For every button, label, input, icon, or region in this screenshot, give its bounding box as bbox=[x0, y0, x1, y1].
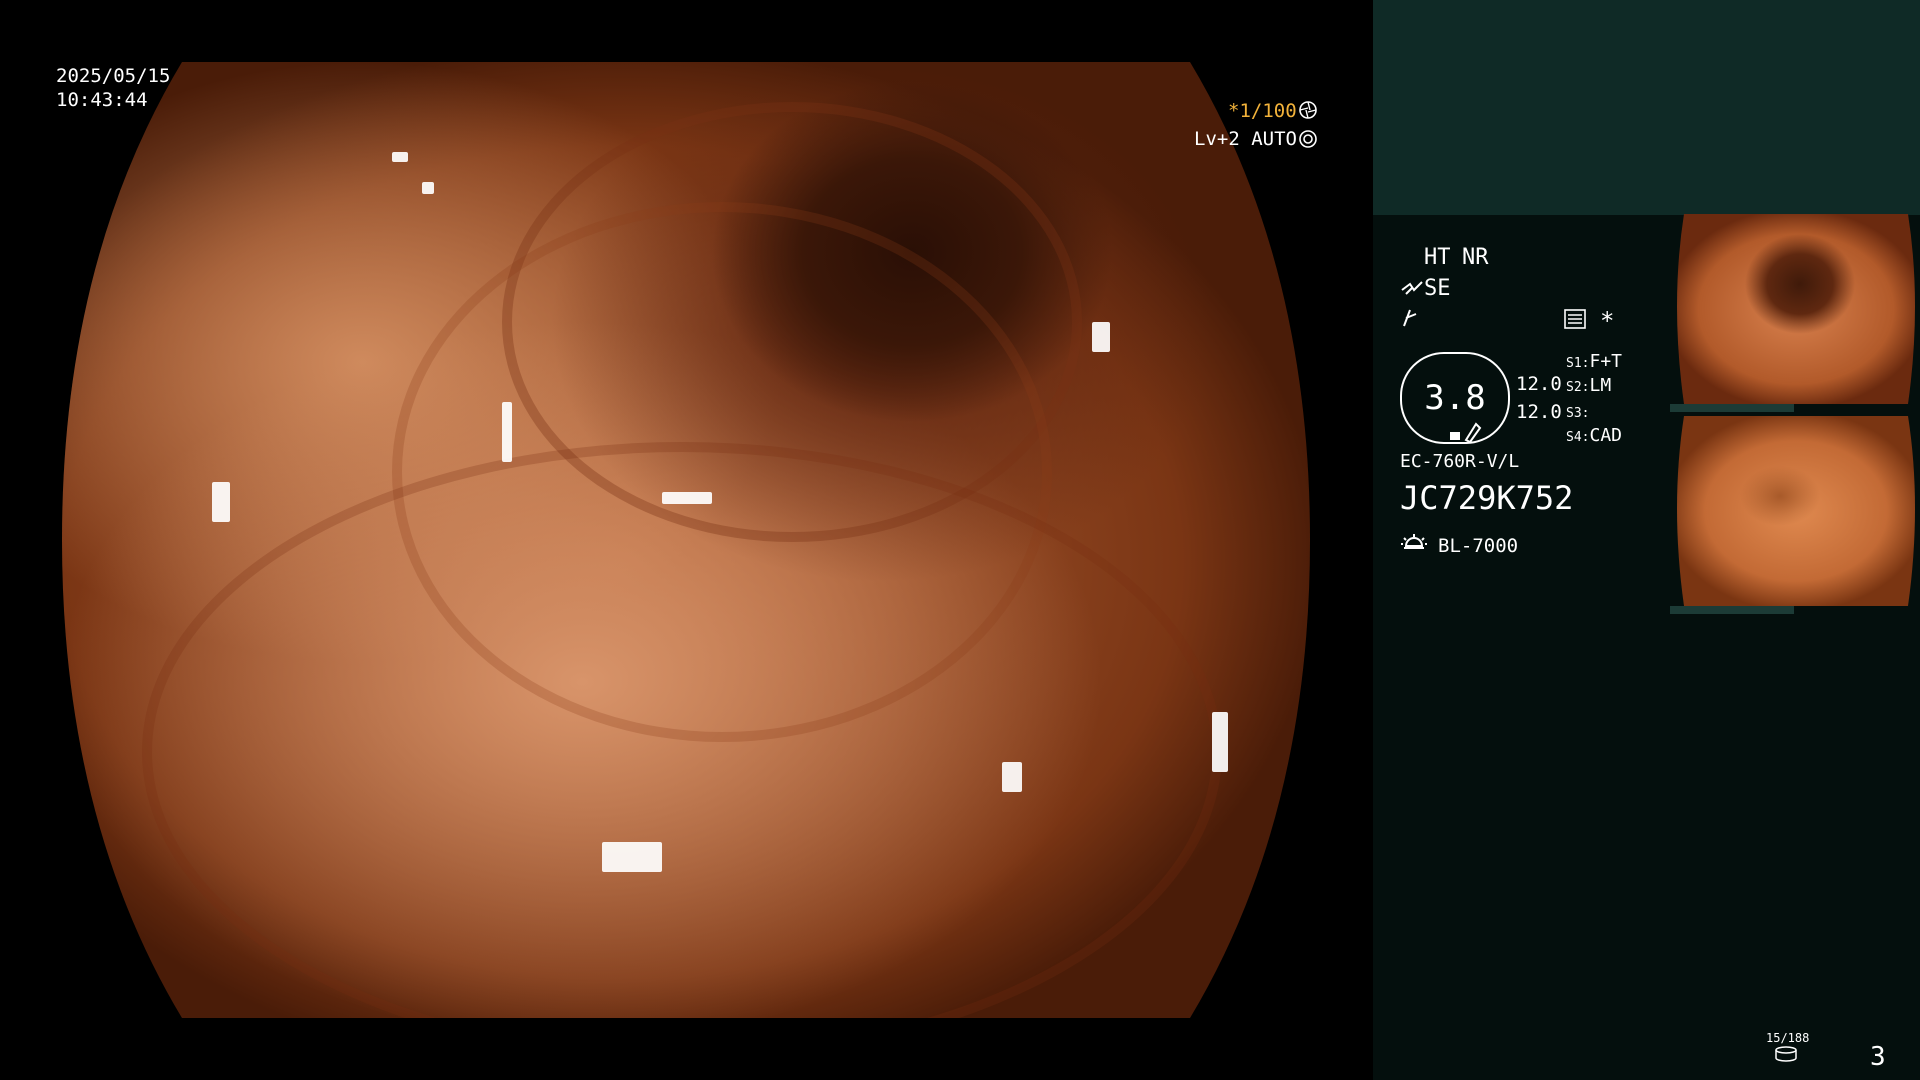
endoscope-live-view: 2025/05/15 10:43:44 *1/100 Lv+2 AUTO bbox=[0, 0, 1373, 1080]
scope-serial: JC729K752 bbox=[1400, 479, 1574, 517]
nr-indicator: NR bbox=[1462, 245, 1489, 270]
light-source: BL-7000 bbox=[1438, 535, 1519, 557]
panel-header bbox=[1373, 0, 1920, 215]
exam-date: 2025/05/15 bbox=[56, 65, 171, 87]
slot-key: S2: bbox=[1566, 380, 1590, 395]
specular-highlight bbox=[1002, 762, 1022, 792]
slot-s2: S2:LM bbox=[1566, 374, 1611, 400]
capture-thumbnail[interactable] bbox=[1670, 214, 1920, 412]
enhance-level: Lv+2 AUTO bbox=[1194, 128, 1297, 150]
specular-highlight bbox=[1092, 322, 1110, 352]
storage-counter: 15/188 bbox=[1766, 1031, 1810, 1045]
mucosal-fold bbox=[142, 442, 1222, 1062]
page-number: 3 bbox=[1870, 1042, 1886, 1072]
se-indicator: SE bbox=[1424, 276, 1451, 301]
slot-key: S1: bbox=[1566, 356, 1590, 371]
zoom-value: 3.8 bbox=[1424, 378, 1486, 418]
slot-s4: S4:CAD bbox=[1566, 424, 1622, 450]
slot-value: F+T bbox=[1589, 351, 1622, 372]
thumbnail-bar bbox=[1670, 606, 1794, 614]
exam-time: 10:43:44 bbox=[56, 89, 148, 111]
memo-asterisk: * bbox=[1600, 307, 1615, 335]
color-mode-icon bbox=[1400, 308, 1420, 328]
specular-highlight bbox=[602, 842, 662, 872]
thumbnail-image bbox=[1670, 214, 1920, 412]
endoscopic-image bbox=[62, 62, 1310, 1018]
slot-s1: S1:F+T bbox=[1566, 350, 1622, 376]
scope-model: EC-760R-V/L bbox=[1400, 451, 1520, 472]
memo-icon bbox=[1564, 309, 1586, 329]
specular-highlight bbox=[1212, 712, 1228, 772]
capture-thumbnail[interactable] bbox=[1670, 416, 1920, 614]
structure-enhance-icon bbox=[1400, 278, 1424, 298]
iris-icon bbox=[1298, 129, 1318, 149]
slot-value: CAD bbox=[1589, 425, 1622, 446]
specular-highlight bbox=[502, 402, 512, 462]
specular-highlight bbox=[392, 152, 408, 162]
slot-key: S3: bbox=[1566, 406, 1590, 421]
slot-key: S4: bbox=[1566, 430, 1590, 445]
slot-s3: S3: bbox=[1566, 400, 1589, 426]
specular-highlight bbox=[662, 492, 712, 504]
specular-highlight bbox=[422, 182, 434, 194]
aperture-icon bbox=[1298, 100, 1318, 120]
shutter-speed: *1/100 bbox=[1228, 100, 1297, 122]
left-value-2: 12.0 bbox=[1516, 401, 1562, 423]
ht-indicator: HT bbox=[1424, 245, 1451, 270]
thumbnail-bar bbox=[1670, 404, 1794, 412]
lamp-icon bbox=[1400, 532, 1428, 558]
magnify-icon bbox=[1448, 420, 1482, 442]
slot-value: LM bbox=[1589, 375, 1612, 396]
left-value-1: 12.0 bbox=[1516, 373, 1562, 395]
storage-icon bbox=[1774, 1046, 1798, 1062]
thumbnail-image bbox=[1670, 416, 1920, 614]
specular-highlight bbox=[212, 482, 230, 522]
